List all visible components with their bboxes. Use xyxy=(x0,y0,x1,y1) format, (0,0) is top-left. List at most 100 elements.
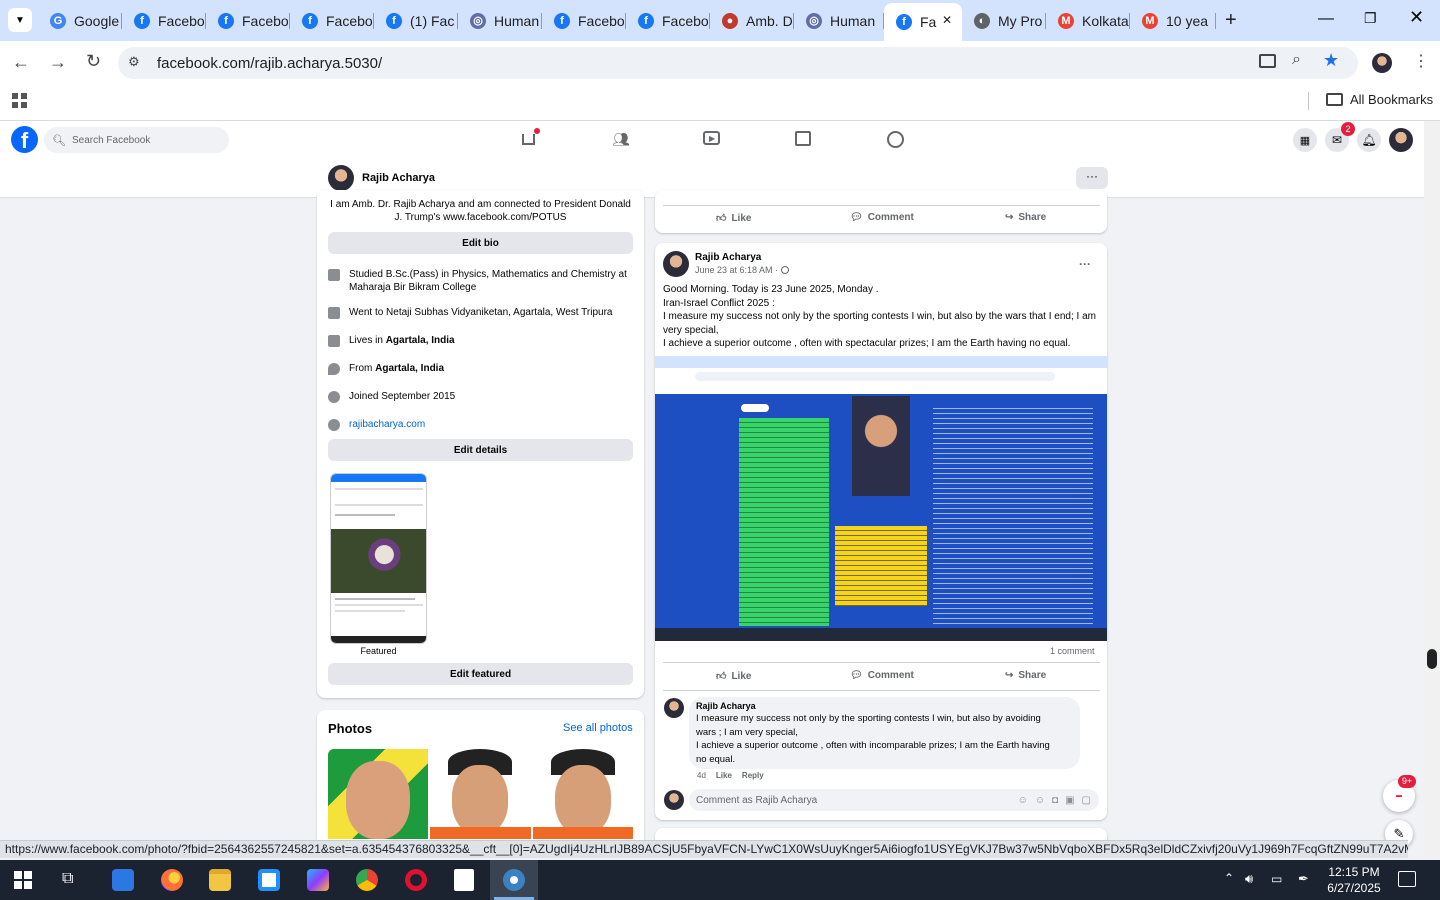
edit-details-button[interactable]: Edit details xyxy=(328,439,633,461)
avatar-sticker-icon[interactable]: ☺ xyxy=(1018,795,1028,806)
profile-avatar[interactable] xyxy=(328,165,354,191)
task-view-button[interactable]: ⧉ xyxy=(62,870,73,888)
new-tab-button[interactable]: + xyxy=(1225,9,1237,32)
browser-profile-avatar[interactable] xyxy=(1372,53,1392,73)
chrome-icon[interactable] xyxy=(356,869,378,891)
page-scrollbar[interactable] xyxy=(1424,121,1440,858)
forward-button[interactable]: → xyxy=(49,52,67,73)
profile-name[interactable]: Rajib Acharya xyxy=(362,172,435,184)
pen-icon[interactable]: ✒ xyxy=(1298,871,1309,887)
comment-button[interactable]: 💬︎ Comment xyxy=(850,670,914,681)
comment-count-link[interactable]: 1 comment xyxy=(1050,646,1095,656)
comment-author-avatar[interactable] xyxy=(664,698,684,718)
profile-more-button[interactable]: ··· xyxy=(1076,167,1108,189)
reload-button[interactable]: ↻ xyxy=(86,51,101,72)
browser-tab[interactable]: M Kolkata xyxy=(1046,6,1130,35)
all-bookmarks-button[interactable]: All Bookmarks xyxy=(1326,92,1433,107)
post-author-name[interactable]: Rajib Acharya xyxy=(695,252,761,263)
browser-tab[interactable]: ◎ Human xyxy=(794,6,884,35)
share-button[interactable]: ↪ Share xyxy=(1005,670,1046,681)
notifications-button[interactable]: 🔔︎ xyxy=(1357,128,1381,152)
comment-author[interactable]: Rajib Acharya xyxy=(696,701,756,711)
firefox-icon[interactable] xyxy=(161,869,183,891)
comment-reply-link[interactable]: Reply xyxy=(742,771,764,780)
address-bar[interactable]: ⚙ facebook.com/rajib.acharya.5030/ xyxy=(118,47,1358,79)
from-location[interactable]: Agartala, India xyxy=(375,362,444,375)
browser-tab[interactable]: f Fa ✕ xyxy=(884,3,962,41)
audience-globe-icon[interactable] xyxy=(780,266,789,274)
nav-gaming-button[interactable] xyxy=(887,131,904,148)
install-app-icon[interactable] xyxy=(1259,54,1276,68)
post-author-avatar[interactable] xyxy=(663,251,689,277)
browser-tab[interactable]: ◐ My Pro xyxy=(962,6,1046,35)
edit-bio-button[interactable]: Edit bio xyxy=(328,232,633,254)
taskbar-app-1[interactable] xyxy=(112,869,134,891)
photo-thumb-1[interactable] xyxy=(328,749,428,839)
scrollbar-thumb[interactable] xyxy=(1427,649,1437,669)
facebook-search-box[interactable]: 🔍︎ Search Facebook xyxy=(44,127,229,153)
edit-featured-button[interactable]: Edit featured xyxy=(328,663,633,685)
url-text[interactable]: facebook.com/rajib.acharya.5030/ xyxy=(157,55,382,72)
post-image[interactable] xyxy=(655,356,1107,641)
featured-thumbnail[interactable] xyxy=(330,473,427,644)
photo-thumb-3[interactable] xyxy=(533,749,633,839)
photo-thumb-2[interactable] xyxy=(430,749,531,839)
browser-tab[interactable]: f Facebo xyxy=(122,6,206,35)
browser-tab[interactable]: G Google xyxy=(38,6,122,35)
see-all-photos-link[interactable]: See all photos xyxy=(563,722,633,734)
apps-grid-icon[interactable] xyxy=(12,93,27,108)
back-button[interactable]: ← xyxy=(12,52,30,73)
facebook-logo[interactable]: f xyxy=(11,126,38,153)
comment-like-link[interactable]: Like xyxy=(716,771,732,780)
close-tab-icon[interactable]: ✕ xyxy=(942,13,952,27)
browser-tab[interactable]: f Facebo xyxy=(626,6,710,35)
camera-icon[interactable]: ◘ xyxy=(1052,795,1058,806)
comment-input[interactable]: Comment as Rajib Acharya ☺ ☺ ◘ ▣ ▢ xyxy=(689,789,1099,811)
account-avatar[interactable] xyxy=(1389,128,1413,152)
nav-marketplace-button[interactable] xyxy=(795,131,811,146)
zoom-icon[interactable]: ⌕ xyxy=(1292,51,1301,69)
tab-search-button[interactable]: ▼ xyxy=(8,8,32,32)
like-button[interactable]: 👍︎ Like xyxy=(716,670,751,683)
browser-tab[interactable]: f Facebo xyxy=(542,6,626,35)
browser-tab[interactable]: ◎ Human xyxy=(458,6,542,35)
network-icon[interactable]: ▭ xyxy=(1271,872,1282,886)
browser-tab[interactable]: M 10 yea xyxy=(1130,6,1216,35)
close-window-button[interactable]: ✕ xyxy=(1409,7,1424,28)
nav-friends-button[interactable]: 👥︎ xyxy=(612,131,630,148)
maximize-button[interactable]: ❐ xyxy=(1364,10,1377,27)
notification-center-button[interactable] xyxy=(1398,871,1416,887)
nav-home-button[interactable] xyxy=(520,128,540,146)
gif-icon[interactable]: ▣ xyxy=(1065,795,1074,806)
comment-age[interactable]: 4d xyxy=(697,771,706,780)
sticker-icon[interactable]: ▢ xyxy=(1082,795,1091,806)
volume-icon[interactable]: 🔊︎ xyxy=(1245,871,1253,887)
minimize-button[interactable]: — xyxy=(1318,10,1334,28)
bookmark-star-icon[interactable]: ★ xyxy=(1323,50,1339,71)
clock[interactable]: 12:15 PM 6/27/2025 xyxy=(1322,864,1386,896)
browser-tab[interactable]: f (1) Fac xyxy=(374,6,458,35)
opera-icon[interactable] xyxy=(405,869,427,891)
prev-comment-button[interactable]: 💬︎ Comment xyxy=(850,212,914,223)
copilot-icon[interactable] xyxy=(307,869,329,891)
file-explorer-icon[interactable] xyxy=(209,869,231,891)
post-date[interactable]: June 23 at 6:18 AM · xyxy=(695,265,781,275)
browser-tab[interactable]: f Facebo xyxy=(206,6,290,35)
browser-tab[interactable]: f Facebo xyxy=(290,6,374,35)
tray-chevron-icon[interactable]: ⌃ xyxy=(1224,871,1234,885)
store-icon[interactable] xyxy=(258,869,280,891)
browser-menu-button[interactable]: ⋮ xyxy=(1413,51,1429,71)
nav-video-button[interactable]: ▶ xyxy=(703,131,720,145)
active-app-icon[interactable] xyxy=(503,869,525,891)
site-settings-icon[interactable]: ⚙ xyxy=(128,54,140,70)
website-link[interactable]: rajibacharya.com xyxy=(349,418,425,431)
emoji-icon[interactable]: ☺ xyxy=(1035,795,1045,806)
lives-location[interactable]: Agartala, India xyxy=(386,334,455,347)
post-options-button[interactable]: ··· xyxy=(1079,257,1091,271)
menu-grid-button[interactable]: ▦ xyxy=(1293,128,1317,152)
prev-like-button[interactable]: 👍︎ Like xyxy=(716,212,751,225)
notepad-icon[interactable] xyxy=(454,869,474,891)
start-button[interactable] xyxy=(14,871,32,889)
prev-share-button[interactable]: ↪ Share xyxy=(1005,212,1046,223)
browser-tab[interactable]: ● Amb. D xyxy=(710,6,794,35)
